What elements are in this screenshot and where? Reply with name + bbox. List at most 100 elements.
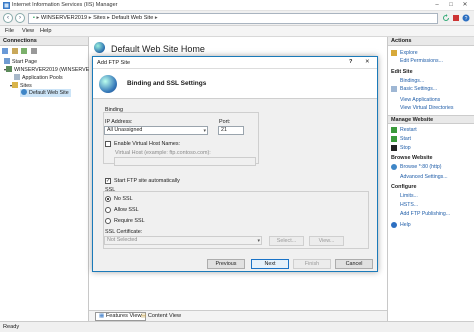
- connect-icon[interactable]: [2, 48, 8, 54]
- features-view-icon: ▦: [99, 313, 105, 319]
- ip-address-select[interactable]: All Unassigned ▾: [104, 126, 208, 135]
- action-limits[interactable]: Limits...: [400, 193, 418, 199]
- ip-address-label: IP Address:: [105, 119, 133, 125]
- finish-button[interactable]: Finish: [293, 259, 331, 269]
- menu-file[interactable]: File: [5, 28, 14, 34]
- status-text: Ready: [3, 324, 20, 330]
- status-bar: Ready: [0, 321, 474, 332]
- port-input[interactable]: 21: [218, 126, 244, 135]
- virtual-host-input[interactable]: [114, 157, 256, 166]
- save-icon[interactable]: [11, 48, 18, 54]
- home-icon: [4, 58, 10, 64]
- refresh-icon[interactable]: [442, 14, 450, 22]
- page-title: Default Web Site Home: [111, 44, 205, 54]
- connections-header: Connections: [0, 37, 88, 46]
- port-label: Port:: [219, 119, 231, 125]
- action-view-applications[interactable]: View Applications: [400, 97, 440, 103]
- menu-view[interactable]: View: [22, 28, 34, 34]
- dialog-heading: Binding and SSL Settings: [127, 80, 207, 87]
- action-add-ftp-publishing[interactable]: Add FTP Publishing...: [400, 211, 450, 217]
- svg-text:?: ?: [465, 16, 468, 22]
- globe-icon: [94, 42, 105, 53]
- remove-icon[interactable]: [30, 48, 37, 54]
- tree-sites[interactable]: ▾ Sites: [10, 82, 32, 89]
- no-ssl-label: No SSL: [114, 196, 133, 202]
- dialog-header: Binding and SSL Settings: [93, 69, 377, 99]
- help-icon: [391, 222, 397, 228]
- wizard-globe-icon: [99, 75, 117, 93]
- require-ssl-label: Require SSL: [114, 218, 145, 224]
- previous-button[interactable]: Previous: [207, 259, 245, 269]
- settings-icon: [391, 86, 397, 92]
- actions-panel: Actions Explore Edit Permissions... Edit…: [387, 37, 474, 321]
- ssl-certificate-select[interactable]: Not Selected ▾: [104, 236, 262, 245]
- action-view-virtual-directories[interactable]: View Virtual Directories: [400, 105, 453, 111]
- action-browse-80[interactable]: Browse *:80 (http): [400, 164, 442, 170]
- folder-icon: [12, 82, 19, 88]
- back-button[interactable]: ‹: [3, 13, 13, 23]
- ssl-certificate-label: SSL Certificate:: [105, 229, 143, 235]
- dialog-title: Add FTP Site: [97, 60, 131, 66]
- app-pool-icon: [14, 74, 20, 80]
- action-restart[interactable]: Restart: [400, 127, 417, 133]
- forward-button[interactable]: ›: [15, 13, 25, 23]
- window-title: Internet Information Services (IIS) Mana…: [12, 2, 118, 8]
- action-explore[interactable]: Explore: [400, 50, 418, 56]
- tree-application-pools[interactable]: Application Pools: [14, 74, 63, 81]
- allow-ssl-label: Allow SSL: [114, 207, 139, 213]
- tree-server[interactable]: ▾ WINSERVER2019 (WINSERVER: [4, 66, 93, 73]
- stop-icon[interactable]: [452, 14, 460, 22]
- action-stop[interactable]: Stop: [400, 145, 411, 151]
- allow-ssl-radio[interactable]: [105, 207, 111, 213]
- help-icon[interactable]: ?: [462, 14, 470, 22]
- next-button[interactable]: Next: [251, 259, 289, 269]
- connections-panel: Connections Start Page ▾ WINSERVER2019 (W…: [0, 37, 93, 321]
- explore-icon: [391, 50, 397, 56]
- manage-website-header: Manage Website: [391, 117, 434, 123]
- action-hsts[interactable]: HSTS...: [400, 202, 418, 208]
- start-icon: [391, 136, 397, 142]
- breadcrumb-site[interactable]: Default Web Site: [111, 15, 153, 21]
- dialog-close-button[interactable]: ✕: [365, 59, 370, 65]
- action-bindings[interactable]: Bindings...: [400, 78, 424, 84]
- dialog-title-bar: Add FTP Site ? ✕: [93, 57, 377, 69]
- menu-bar: File View Help: [0, 26, 474, 37]
- address-bar: ‹ › ▪ ▸ WINSERVER2019 ▸ Sites ▸ Default …: [0, 11, 474, 26]
- action-help[interactable]: Help: [400, 222, 411, 228]
- breadcrumb[interactable]: ▪ ▸ WINSERVER2019 ▸ Sites ▸ Default Web …: [28, 13, 438, 24]
- tree-start-page[interactable]: Start Page: [4, 58, 37, 65]
- menu-help[interactable]: Help: [40, 28, 52, 34]
- server-icon: ▪: [33, 15, 35, 21]
- breadcrumb-server[interactable]: WINSERVER2019: [41, 15, 87, 21]
- title-bar: Internet Information Services (IIS) Mana…: [0, 0, 474, 11]
- action-edit-permissions[interactable]: Edit Permissions...: [400, 58, 443, 64]
- restart-icon: [391, 127, 397, 133]
- action-start[interactable]: Start: [400, 136, 411, 142]
- cancel-button[interactable]: Cancel: [335, 259, 373, 269]
- chevron-down-icon: ▾: [203, 128, 206, 134]
- breadcrumb-sites[interactable]: Sites: [93, 15, 105, 21]
- view-certificate-button[interactable]: View...: [309, 236, 344, 246]
- auto-start-checkbox[interactable]: ✓: [105, 178, 111, 184]
- up-icon[interactable]: [21, 48, 28, 54]
- content-view-icon: ▤: [141, 313, 147, 319]
- browse-website-header: Browse Website: [391, 155, 433, 161]
- add-ftp-site-dialog: Add FTP Site ? ✕ Binding and SSL Setting…: [92, 56, 378, 272]
- edit-site-header: Edit Site: [391, 69, 413, 75]
- select-certificate-button[interactable]: Select...: [269, 236, 304, 246]
- enable-vhost-label: Enable Virtual Host Names:: [114, 141, 181, 147]
- tree-default-web-site[interactable]: Default Web Site: [20, 89, 71, 97]
- browse-icon: [391, 164, 397, 170]
- minimize-button[interactable]: –: [430, 1, 444, 10]
- globe-icon: [21, 89, 27, 95]
- no-ssl-radio[interactable]: [105, 196, 111, 202]
- action-advanced-settings[interactable]: Advanced Settings...: [400, 174, 448, 180]
- view-tabs: ▦ Features View ▤ Content View: [89, 310, 387, 321]
- enable-vhost-checkbox[interactable]: [105, 141, 111, 147]
- maximize-button[interactable]: □: [444, 1, 458, 10]
- close-window-button[interactable]: ✕: [458, 1, 472, 10]
- require-ssl-radio[interactable]: [105, 218, 111, 224]
- dialog-help-button[interactable]: ?: [349, 59, 352, 65]
- tab-content-view[interactable]: ▤ Content View: [137, 312, 185, 321]
- action-basic-settings[interactable]: Basic Settings...: [400, 86, 437, 92]
